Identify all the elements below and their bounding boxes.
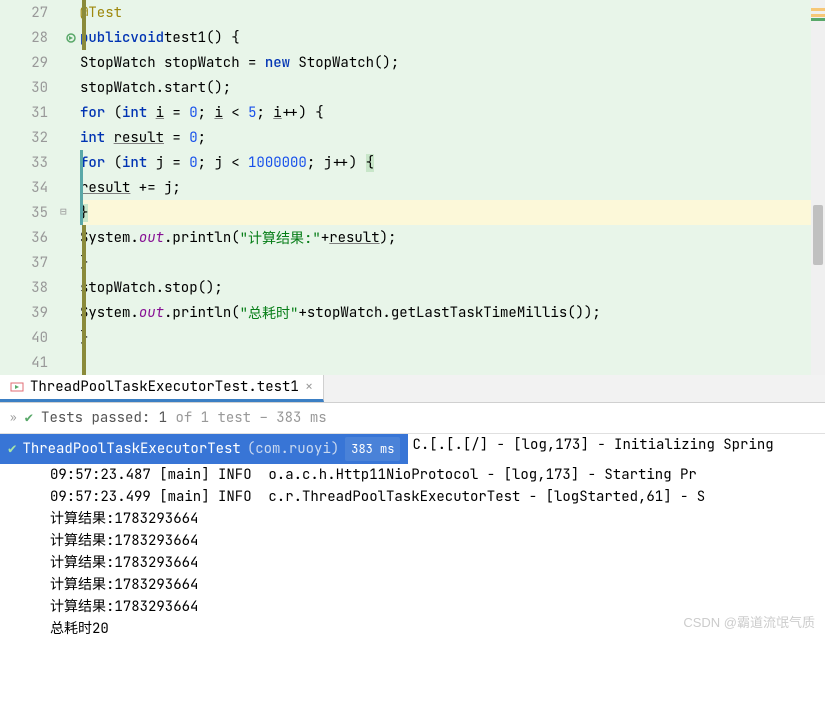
console-output[interactable]: ✔ ThreadPoolTaskExecutorTest (com.ruoyi)… xyxy=(0,434,825,640)
code-line-36[interactable]: System.out.println("计算结果:"+result); xyxy=(80,225,825,250)
gutter-line[interactable]: 28 xyxy=(0,25,80,50)
gutter-line[interactable]: 30 xyxy=(0,75,80,100)
fold-icon[interactable]: ⊟ xyxy=(60,205,76,221)
gutter-line[interactable]: 31 xyxy=(0,100,80,125)
console-line: 09:57:23.487 [main] INFO o.a.c.h.Http11N… xyxy=(0,464,825,486)
code-line-41[interactable] xyxy=(80,350,825,375)
tests-total: of 1 test – 383 ms xyxy=(167,409,327,427)
code-line-30[interactable]: stopWatch.start(); xyxy=(80,75,825,100)
console-line: ✔ ThreadPoolTaskExecutorTest (com.ruoyi)… xyxy=(0,434,825,464)
watermark: CSDN @霸道流氓气质 xyxy=(683,612,815,634)
console-line: 计算结果:1783293664 xyxy=(0,574,825,596)
check-icon: ✔ xyxy=(8,438,16,460)
code-line-31[interactable]: for (int i = 0; i < 5; i++) { xyxy=(80,100,825,125)
scrollbar-marker xyxy=(811,18,825,21)
test-class-name: ThreadPoolTaskExecutorTest xyxy=(22,438,240,460)
gutter-line[interactable]: 34 xyxy=(0,175,80,200)
test-status-bar: » ✔ Tests passed: 1 of 1 test – 383 ms xyxy=(0,403,825,434)
gutter-line[interactable]: 36 xyxy=(0,225,80,250)
code-line-27[interactable]: @Test xyxy=(80,0,825,25)
gutter: 27 28 29 30 31 32 33 34 35⊟ 36 37 38 39 … xyxy=(0,0,80,375)
change-markers xyxy=(80,0,88,375)
close-icon[interactable]: × xyxy=(305,378,313,396)
scrollbar-thumb[interactable] xyxy=(813,205,823,265)
test-package: (com.ruoyi) xyxy=(247,438,339,460)
code-line-38[interactable]: stopWatch.stop(); xyxy=(80,275,825,300)
console-line: 计算结果:1783293664 xyxy=(0,530,825,552)
gutter-line[interactable]: 40 xyxy=(0,325,80,350)
scrollbar-marker xyxy=(811,8,825,11)
code-line-29[interactable]: StopWatch stopWatch = new StopWatch(); xyxy=(80,50,825,75)
console-line: 计算结果:1783293664 xyxy=(0,552,825,574)
code-area[interactable]: @Test public void test1() { StopWatch st… xyxy=(80,0,825,375)
tab-label: ThreadPoolTaskExecutorTest.test1 xyxy=(30,378,299,396)
test-node-selected[interactable]: ✔ ThreadPoolTaskExecutorTest (com.ruoyi)… xyxy=(0,434,408,464)
gutter-line[interactable]: 38 xyxy=(0,275,80,300)
gutter-line[interactable]: 37 xyxy=(0,250,80,275)
chevron-right-icon[interactable]: » xyxy=(10,411,17,425)
gutter-line[interactable]: 41 xyxy=(0,350,80,375)
code-line-33[interactable]: for (int j = 0; j < 1000000; j++) { xyxy=(80,150,825,175)
vertical-scrollbar[interactable] xyxy=(811,0,825,375)
code-line-40[interactable]: } xyxy=(80,325,825,350)
code-line-35[interactable]: } xyxy=(80,200,825,225)
code-editor: 27 28 29 30 31 32 33 34 35⊟ 36 37 38 39 … xyxy=(0,0,825,375)
gutter-line[interactable]: 35⊟ xyxy=(0,200,80,225)
code-line-28[interactable]: public void test1() { xyxy=(80,25,825,50)
gutter-line[interactable]: 27 xyxy=(0,0,80,25)
test-duration: 383 ms xyxy=(345,437,400,461)
run-tab-bar: ThreadPoolTaskExecutorTest.test1 × xyxy=(0,375,825,403)
console-line: 计算结果:1783293664 xyxy=(0,508,825,530)
gutter-line[interactable]: 29 xyxy=(0,50,80,75)
gutter-line[interactable]: 32 xyxy=(0,125,80,150)
console-line: 09:57:23.499 [main] INFO c.r.ThreadPoolT… xyxy=(0,486,825,508)
code-line-39[interactable]: System.out.println("总耗时"+stopWatch.getLa… xyxy=(80,300,825,325)
code-line-34[interactable]: result += j; xyxy=(80,175,825,200)
scrollbar-marker xyxy=(811,14,825,17)
code-line-32[interactable]: int result = 0; xyxy=(80,125,825,150)
code-line-37[interactable]: } xyxy=(80,250,825,275)
run-test-icon[interactable] xyxy=(60,30,76,46)
check-icon: ✔ xyxy=(25,409,33,427)
gutter-line[interactable]: 39 xyxy=(0,300,80,325)
run-tab[interactable]: ThreadPoolTaskExecutorTest.test1 × xyxy=(0,375,324,402)
tests-passed-count: Tests passed: 1 xyxy=(41,409,167,427)
run-config-icon xyxy=(10,380,24,394)
gutter-line[interactable]: 33 xyxy=(0,150,80,175)
